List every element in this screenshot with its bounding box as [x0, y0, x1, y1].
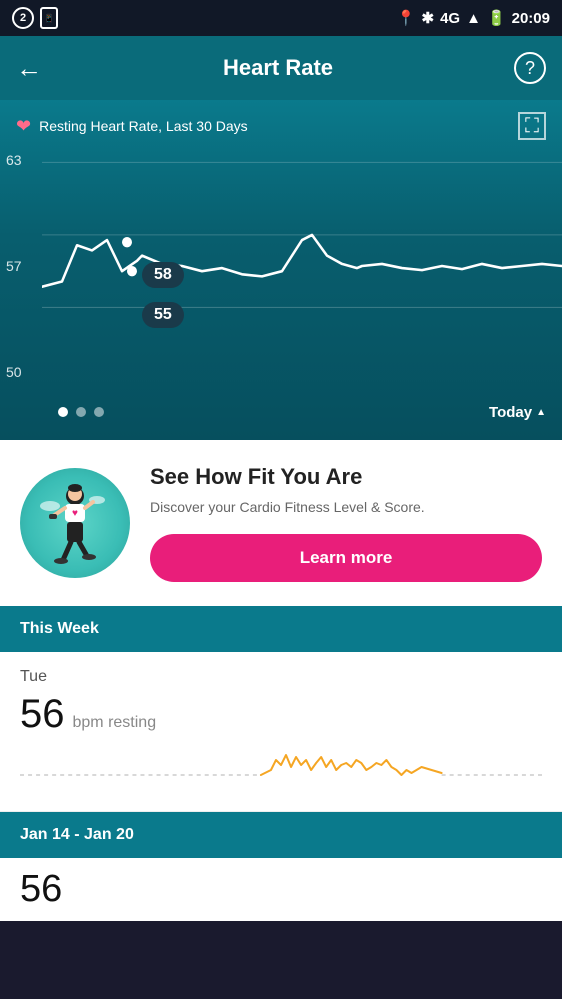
time-label: 20:09 [512, 10, 550, 27]
status-bar: 2 📱 📍 ✱ 4G ▲ 🔋 20:09 [0, 0, 562, 36]
page-title: Heart Rate [223, 55, 333, 81]
dot-3[interactable] [94, 407, 104, 417]
svg-text:♥: ♥ [72, 508, 78, 519]
this-week-label: This Week [20, 620, 99, 637]
heart-icon: ❤ [16, 116, 31, 137]
figure-svg: ♥ [35, 478, 115, 568]
circle-2-icon: 2 [12, 7, 34, 29]
bpm-value: 56 [20, 692, 65, 737]
today-text: Today [489, 404, 532, 421]
back-button[interactable]: ← [16, 53, 42, 84]
chart-footer: Today ▲ [0, 384, 562, 440]
cardio-fitness-card: ♥ See How Fit You Are Discover your Card… [0, 440, 562, 606]
y-axis: 63 57 50 [0, 152, 42, 380]
tooltip-58: 58 [142, 262, 184, 288]
page-header: ← Heart Rate ? [0, 36, 562, 100]
this-week-header: This Week [0, 606, 562, 652]
chart-title-row: ❤ Resting Heart Rate, Last 30 Days ⛶ [0, 112, 562, 150]
today-arrow-icon: ▲ [536, 407, 546, 418]
bluetooth-icon: ✱ [421, 9, 434, 27]
bpm-unit: bpm resting [73, 714, 157, 732]
dot-1[interactable] [58, 407, 68, 417]
y-label-50: 50 [6, 364, 36, 380]
chart-title: ❤ Resting Heart Rate, Last 30 Days [16, 116, 248, 137]
signal-icon: ▲ [466, 10, 481, 27]
bpm-row: 56 bpm resting [20, 692, 542, 737]
card-description: Discover your Cardio Fitness Level & Sco… [150, 498, 542, 518]
chart-subtitle: Resting Heart Rate, Last 30 Days [39, 118, 248, 134]
date-range-label: Jan 14 - Jan 20 [20, 826, 134, 843]
location-icon: 📍 [397, 9, 416, 27]
sparkline-wrapper [20, 745, 542, 795]
phone-icon: 📱 [40, 7, 58, 29]
avatar-circle: ♥ [20, 468, 130, 578]
chart-line-svg [42, 152, 562, 380]
status-right-icons: 📍 ✱ 4G ▲ 🔋 20:09 [397, 9, 550, 27]
today-label[interactable]: Today ▲ [489, 404, 546, 421]
status-left-icons: 2 📱 [12, 7, 58, 29]
date-range-header: Jan 14 - Jan 20 [0, 812, 562, 858]
card-title: See How Fit You Are [150, 464, 542, 490]
y-label-57: 57 [6, 258, 36, 274]
y-label-63: 63 [6, 152, 36, 168]
battery-icon: 🔋 [487, 9, 506, 27]
card-content: See How Fit You Are Discover your Cardio… [150, 464, 542, 582]
week-row-tue: Tue 56 bpm resting [0, 652, 562, 812]
network-label: 4G [440, 10, 460, 27]
bottom-bpm-value: 56 [0, 858, 562, 921]
tooltip-55: 55 [142, 302, 184, 328]
pagination-dots [16, 407, 104, 417]
expand-icon[interactable]: ⛶ [518, 112, 546, 140]
heart-rate-chart: ❤ Resting Heart Rate, Last 30 Days ⛶ 63 … [0, 100, 562, 440]
chart-svg-wrapper: 58 55 [42, 152, 562, 380]
learn-more-button[interactable]: Learn more [150, 534, 542, 582]
dot-2[interactable] [76, 407, 86, 417]
week-day-label: Tue [20, 668, 542, 686]
help-button[interactable]: ? [514, 52, 546, 84]
sparkline-svg [20, 745, 542, 795]
